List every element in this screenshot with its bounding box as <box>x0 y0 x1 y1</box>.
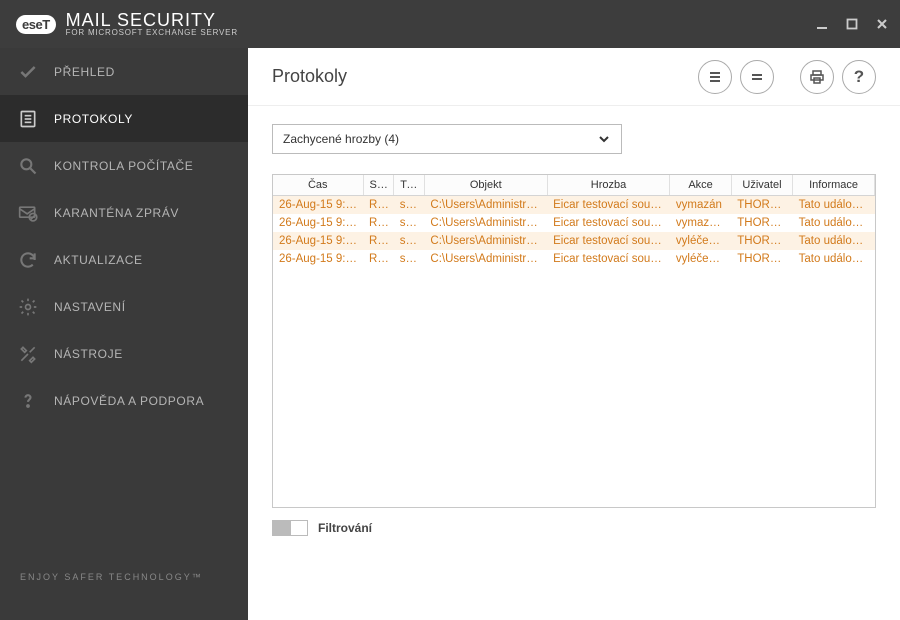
minimize-button[interactable] <box>814 16 830 32</box>
gear-icon <box>16 295 40 319</box>
print-button[interactable] <box>800 60 834 94</box>
table-cell: THORAX... <box>731 214 792 232</box>
table-row[interactable]: 26-Aug-15 9:2...Rez...so...C:\Users\Admi… <box>273 214 875 232</box>
col-header-type[interactable]: Ty... <box>394 175 425 196</box>
close-button[interactable] <box>874 16 890 32</box>
toggle-knob <box>273 521 291 535</box>
table-cell: Eicar testovací soubor <box>547 250 670 268</box>
dropdown-value: Zachycené hrozby (4) <box>283 132 399 146</box>
sidebar-item-overview[interactable]: PŘEHLED <box>0 48 248 95</box>
table-row[interactable]: 26-Aug-15 9:2...Rez...so...C:\Users\Admi… <box>273 232 875 250</box>
table-cell: 26-Aug-15 9:2... <box>273 250 363 268</box>
sidebar-item-update[interactable]: AKTUALIZACE <box>0 236 248 283</box>
table-cell: THORAX... <box>731 250 792 268</box>
table-cell: Tato událost n... <box>793 196 875 215</box>
table-cell: Eicar testovací soubor <box>547 196 670 215</box>
table-cell: 26-Aug-15 9:2... <box>273 214 363 232</box>
table-row[interactable]: 26-Aug-15 9:2...Rez...so...C:\Users\Admi… <box>273 250 875 268</box>
table-cell: C:\Users\Administra... <box>424 250 547 268</box>
table-cell: C:\Users\Administra... <box>424 232 547 250</box>
table-cell: Tato událost n... <box>793 232 875 250</box>
search-icon <box>16 154 40 178</box>
table-cell: Tato událost n... <box>793 214 875 232</box>
log-table-container[interactable]: Čas Sk... Ty... Objekt Hrozba Akce Uživa… <box>272 174 876 508</box>
table-header[interactable]: Čas Sk... Ty... Objekt Hrozba Akce Uživa… <box>273 175 875 196</box>
sidebar-item-label: KONTROLA POČÍTAČE <box>54 159 193 173</box>
sidebar-item-quarantine[interactable]: KARANTÉNA ZPRÁV <box>0 189 248 236</box>
table-cell: Eicar testovací soubor <box>547 232 670 250</box>
view-list-button[interactable] <box>698 60 732 94</box>
help-button[interactable]: ? <box>842 60 876 94</box>
filter-row: Filtrování <box>272 520 876 536</box>
sidebar-item-label: PROTOKOLY <box>54 112 133 126</box>
header-actions: ? <box>698 60 876 94</box>
table-cell: so... <box>394 250 425 268</box>
log-table: Čas Sk... Ty... Objekt Hrozba Akce Uživa… <box>273 175 875 268</box>
col-header-scanner[interactable]: Sk... <box>363 175 394 196</box>
table-cell: 26-Aug-15 9:2... <box>273 232 363 250</box>
content-area: Zachycené hrozby (4) Čas <box>248 106 900 620</box>
sidebar-item-label: KARANTÉNA ZPRÁV <box>54 206 179 220</box>
col-header-time[interactable]: Čas <box>273 175 363 196</box>
sidebar-item-label: AKTUALIZACE <box>54 253 143 267</box>
log-type-dropdown[interactable]: Zachycené hrozby (4) <box>272 124 622 154</box>
table-cell: so... <box>394 214 425 232</box>
filter-label: Filtrování <box>318 521 372 535</box>
filter-toggle[interactable] <box>272 520 308 536</box>
table-cell: so... <box>394 232 425 250</box>
sidebar-item-scan[interactable]: KONTROLA POČÍTAČE <box>0 142 248 189</box>
sidebar-footer: ENJOY SAFER TECHNOLOGY™ <box>0 554 248 620</box>
table-cell: 26-Aug-15 9:2... <box>273 196 363 215</box>
table-cell: THORAX... <box>731 232 792 250</box>
tools-icon <box>16 342 40 366</box>
check-icon <box>16 60 40 84</box>
sidebar: PŘEHLED PROTOKOLY KONTROLA POČÍTAČE <box>0 48 248 620</box>
brand-logo: eseT <box>16 15 56 34</box>
sidebar-item-label: NASTAVENÍ <box>54 300 126 314</box>
window-controls <box>814 16 890 32</box>
sidebar-item-label: PŘEHLED <box>54 65 115 79</box>
envelope-denied-icon <box>16 201 40 225</box>
sidebar-item-help[interactable]: NÁPOVĚDA A PODPORA <box>0 377 248 424</box>
table-cell: Tato událost n... <box>793 250 875 268</box>
table-cell: C:\Users\Administra... <box>424 214 547 232</box>
sidebar-item-label: NÁPOVĚDA A PODPORA <box>54 394 204 408</box>
list-icon <box>16 107 40 131</box>
title-bar: eseT MAIL SECURITY FOR MICROSOFT EXCHANG… <box>0 0 900 48</box>
table-cell: vymazán... <box>670 214 731 232</box>
refresh-icon <box>16 248 40 272</box>
product-subtitle: FOR MICROSOFT EXCHANGE SERVER <box>66 29 238 38</box>
main-header: Protokoly ? <box>248 48 900 106</box>
table-cell: vyléčen s... <box>670 232 731 250</box>
col-header-object[interactable]: Objekt <box>424 175 547 196</box>
maximize-button[interactable] <box>844 16 860 32</box>
sidebar-item-settings[interactable]: NASTAVENÍ <box>0 283 248 330</box>
table-cell: Rez... <box>363 232 394 250</box>
product-name-wrap: MAIL SECURITY FOR MICROSOFT EXCHANGE SER… <box>66 11 238 38</box>
col-header-threat[interactable]: Hrozba <box>547 175 670 196</box>
sidebar-item-logs[interactable]: PROTOKOLY <box>0 95 248 142</box>
col-header-info[interactable]: Informace <box>793 175 875 196</box>
chevron-down-icon <box>597 132 611 146</box>
page-title: Protokoly <box>272 66 347 87</box>
table-cell: so... <box>394 196 425 215</box>
table-row[interactable]: 26-Aug-15 9:2...Rez...so...C:\Users\Admi… <box>273 196 875 215</box>
col-header-user[interactable]: Uživatel <box>731 175 792 196</box>
table-cell: THORAX... <box>731 196 792 215</box>
table-cell: vyléčen s... <box>670 250 731 268</box>
table-cell: C:\Users\Administra... <box>424 196 547 215</box>
col-header-action[interactable]: Akce <box>670 175 731 196</box>
help-icon <box>16 389 40 413</box>
table-cell: Rez... <box>363 196 394 215</box>
sidebar-item-tools[interactable]: NÁSTROJE <box>0 330 248 377</box>
table-cell: Eicar testovací soubor <box>547 214 670 232</box>
main-panel: Protokoly ? Zachycené <box>248 48 900 620</box>
table-cell: Rez... <box>363 214 394 232</box>
view-detail-button[interactable] <box>740 60 774 94</box>
table-cell: Rez... <box>363 250 394 268</box>
sidebar-item-label: NÁSTROJE <box>54 347 123 361</box>
table-cell: vymazán <box>670 196 731 215</box>
table-body: 26-Aug-15 9:2...Rez...so...C:\Users\Admi… <box>273 196 875 269</box>
